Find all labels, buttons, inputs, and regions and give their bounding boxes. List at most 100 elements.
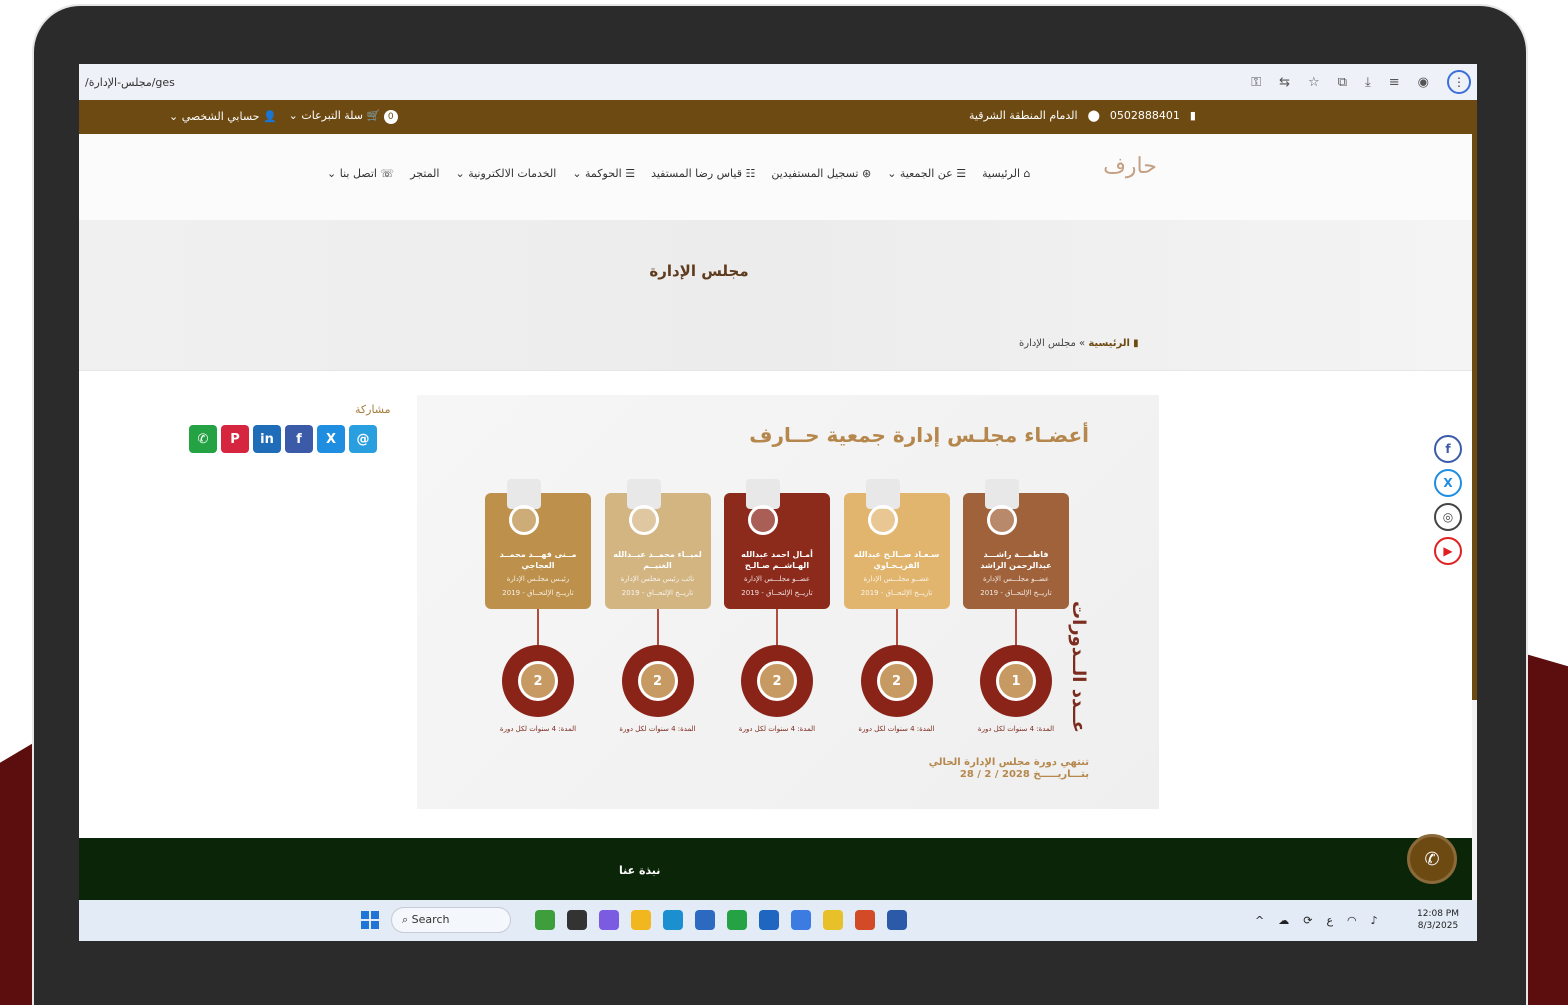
- language-indicator[interactable]: ع: [1326, 914, 1333, 927]
- outlook-icon[interactable]: [759, 910, 779, 930]
- connector-line: [776, 609, 778, 649]
- store-icon[interactable]: [695, 910, 715, 930]
- cycle-duration: المدة: 4 سنوات لكل دورة: [977, 725, 1055, 733]
- pinterest-share-icon[interactable]: P: [221, 425, 249, 453]
- volume-icon[interactable]: ♪: [1371, 914, 1378, 927]
- whatsapp-float-icon[interactable]: ✆: [1407, 834, 1457, 884]
- nav-item-about[interactable]: ☰ عن الجمعية ⌄: [887, 167, 966, 180]
- member-role: عضــو مجلـــس الإدارة: [982, 575, 1050, 583]
- page-scrollbar[interactable]: [1472, 134, 1477, 700]
- side-social-links: f X ◎ ▶: [1434, 435, 1462, 565]
- nav-item-store[interactable]: المتجر: [410, 167, 439, 180]
- linkedin-share-icon[interactable]: in: [253, 425, 281, 453]
- taskbar-clock[interactable]: 12:08 PM 8/3/2025: [1417, 908, 1459, 932]
- phone-icon: ▮: [1189, 109, 1196, 122]
- wifi-icon[interactable]: ◠: [1347, 914, 1357, 927]
- email-share-icon[interactable]: @: [349, 425, 377, 453]
- member-card: سـعـاد صــالـح عبدالله الفريـحـاوي عضــو …: [843, 479, 950, 609]
- x-icon[interactable]: X: [1434, 469, 1462, 497]
- cycle-count: 2: [757, 661, 797, 701]
- cloud-icon[interactable]: ☁: [1278, 914, 1289, 927]
- whatsapp-icon[interactable]: [727, 910, 747, 930]
- cycle-duration: المدة: 4 سنوات لكل دورة: [858, 725, 935, 733]
- cycle-count-circle: 2: [621, 645, 694, 717]
- chevron-up-icon[interactable]: ^: [1255, 914, 1264, 927]
- nav-menu: ⌂ الرئيسية ☰ عن الجمعية ⌄ ⊛ تسجيل المستف…: [327, 167, 1030, 180]
- copilot-icon[interactable]: [791, 910, 811, 930]
- translate-icon[interactable]: ⇆: [1279, 75, 1290, 90]
- nav-item-governance[interactable]: ☰ الحوكمة ⌄: [572, 167, 635, 180]
- youtube-icon[interactable]: ▶: [1434, 537, 1462, 565]
- page-hero: مجلس الإدارة ▮ الرئيسية » مجلس الإدارة: [79, 220, 1472, 370]
- screen: /مجلس-الإدارة/ges ⚿ ⇆ ☆ ⧉ ⤓ ≡ ◉ ⋮ ⌄ حساب…: [79, 64, 1477, 941]
- member-ring-icon: [987, 505, 1017, 535]
- member-name: أمـال احمد عبدالله الهـاشــم صـالـح: [741, 550, 813, 570]
- cycle-duration: المدة: 4 سنوات لكل دورة: [619, 725, 696, 733]
- taskbar-search[interactable]: ⌕ Search: [391, 907, 511, 933]
- file-explorer-icon[interactable]: [631, 910, 651, 930]
- facebook-icon[interactable]: f: [1434, 435, 1462, 463]
- facebook-share-icon[interactable]: f: [285, 425, 313, 453]
- member-name: مــنى فهـــد محمــد العجاجي: [499, 550, 577, 570]
- reading-list-icon[interactable]: ≡: [1389, 75, 1400, 90]
- powerpoint-icon[interactable]: [855, 910, 875, 930]
- cycle-count-circle: 2: [502, 645, 574, 717]
- site-logo[interactable]: حارف: [1101, 154, 1159, 194]
- member-join-date: تاريــخ الإلتحــاق - 2019: [860, 589, 933, 597]
- profile-icon[interactable]: ◉: [1418, 75, 1429, 90]
- chrome-icon[interactable]: [823, 910, 843, 930]
- share-buttons: ✆ P in f X @: [189, 425, 377, 453]
- star-icon[interactable]: ☆: [1308, 75, 1320, 90]
- app-icon[interactable]: [567, 910, 587, 930]
- member-ring-icon: [628, 505, 659, 535]
- system-tray: ^ ☁ ⟳ ع ◠ ♪: [1255, 914, 1378, 927]
- location-text: الدمام المنطقة الشرقية: [969, 109, 1078, 122]
- member-ring-icon: [748, 505, 778, 535]
- connector-line: [656, 609, 659, 649]
- term-end-note: تنتهي دورة مجلس الإدارة الحالي بتـــاريـ…: [928, 757, 1089, 780]
- word-icon[interactable]: [887, 910, 907, 930]
- phone-number[interactable]: 0502888401: [1110, 109, 1180, 122]
- url-text[interactable]: /مجلس-الإدارة/ges: [85, 76, 175, 89]
- member-ring-icon: [509, 505, 539, 535]
- password-key-icon[interactable]: ⚿: [1251, 75, 1261, 90]
- cycle-duration: المدة: 4 سنوات لكل دورة: [738, 725, 816, 733]
- nav-item-register[interactable]: ⊛ تسجيل المستفيدين: [771, 167, 871, 180]
- site-footer: نبذة عنا: [79, 838, 1472, 900]
- x-share-icon[interactable]: X: [317, 425, 345, 453]
- share-label: مشاركة: [355, 403, 391, 416]
- account-menu[interactable]: ⌄ حسابي الشخصي 👤: [169, 110, 277, 123]
- windows-start-icon[interactable]: [361, 911, 379, 929]
- member-ring-icon: [867, 505, 898, 535]
- nav-item-contact[interactable]: ☏ اتصل بنا ⌄: [327, 167, 394, 180]
- page-title: مجلس الإدارة: [649, 262, 749, 280]
- edge-icon[interactable]: [663, 910, 683, 930]
- cycle-count: 2: [876, 661, 917, 701]
- sync-icon[interactable]: ⟳: [1303, 914, 1312, 927]
- cycle-count-circle: 2: [741, 645, 813, 717]
- breadcrumb-home[interactable]: الرئيسية: [1088, 338, 1130, 349]
- browser-toolbar: ⚿ ⇆ ☆ ⧉ ⤓ ≡ ◉ ⋮: [1251, 70, 1471, 94]
- breadcrumb-current: مجلس الإدارة: [1019, 338, 1076, 349]
- cycle-count-circle: 1: [980, 645, 1052, 717]
- nav-item-home[interactable]: ⌂ الرئيسية: [982, 167, 1030, 180]
- download-icon[interactable]: ⤓: [1365, 75, 1371, 90]
- nav-item-eservices[interactable]: الخدمات الالكترونية ⌄: [455, 167, 556, 180]
- site-topbar: ⌄ حسابي الشخصي 👤 ⌄ سلة التبرعات 🛒 0 ▮ 05…: [79, 100, 1477, 134]
- member-card: مــنى فهـــد محمــد العجاجي رئيـس مجلـس ا…: [485, 479, 591, 609]
- nav-item-satisfaction[interactable]: ☷ قياس رضا المستفيد: [651, 167, 755, 180]
- connector-line: [895, 609, 898, 649]
- extensions-icon[interactable]: ⧉: [1338, 75, 1347, 90]
- breadcrumb: ▮ الرئيسية » مجلس الإدارة: [1019, 338, 1139, 349]
- app-icon[interactable]: [535, 910, 555, 930]
- menu-dots-icon[interactable]: ⋮: [1447, 70, 1471, 94]
- app-icon[interactable]: [599, 910, 619, 930]
- whatsapp-share-icon[interactable]: ✆: [189, 425, 217, 453]
- connector-line: [1015, 609, 1017, 649]
- taskbar: ⌕ Search ^ ☁ ⟳ ع ◠ ♪ 12:08 PM 8/3/2025: [79, 900, 1477, 941]
- member-card: لميــاء محمــد عبــدالله الغنيــم نائب رئ…: [604, 479, 711, 609]
- cart-menu[interactable]: ⌄ سلة التبرعات 🛒 0: [289, 109, 398, 124]
- instagram-icon[interactable]: ◎: [1434, 503, 1462, 531]
- main-navbar: حارف ⌂ الرئيسية ☰ عن الجمعية ⌄ ⊛ تسجيل ا…: [79, 134, 1472, 220]
- cycle-count: 2: [637, 661, 678, 701]
